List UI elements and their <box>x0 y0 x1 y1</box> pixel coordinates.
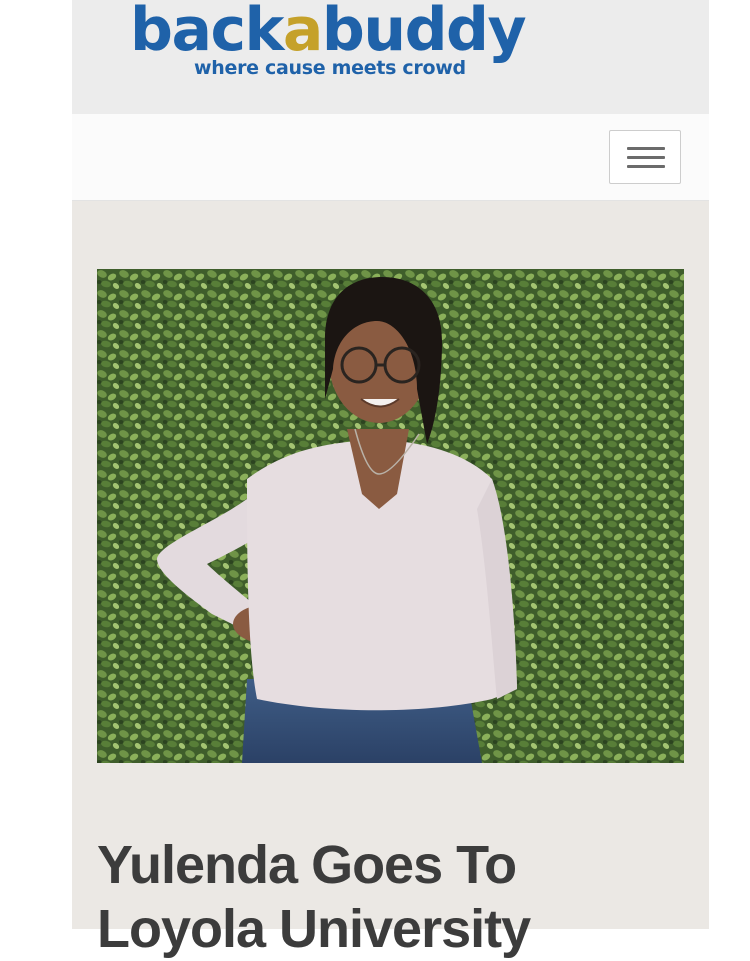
nav-bar <box>72 114 709 201</box>
logo-suffix: buddy <box>321 0 527 65</box>
hamburger-menu-icon <box>627 147 665 150</box>
page: backabuddy where cause meets crowd Yulen… <box>72 0 709 959</box>
logo-accent: a <box>282 0 324 65</box>
campaign-title: Yulenda Goes To Loyola University <box>97 833 697 961</box>
campaign-content: Yulenda Goes To Loyola University <box>72 201 709 959</box>
campaign-title-line-1: Yulenda Goes To <box>97 835 517 896</box>
logo-tagline: where cause meets crowd <box>194 57 466 79</box>
hamburger-menu-button[interactable] <box>609 130 681 184</box>
campaign-title-line-2: Loyola University <box>97 899 531 960</box>
campaign-photo <box>97 269 684 763</box>
logo-prefix: back <box>130 0 284 65</box>
hamburger-menu-icon-bar <box>627 165 665 168</box>
site-header: backabuddy where cause meets crowd <box>72 0 709 114</box>
hamburger-menu-icon-bar <box>627 156 665 159</box>
